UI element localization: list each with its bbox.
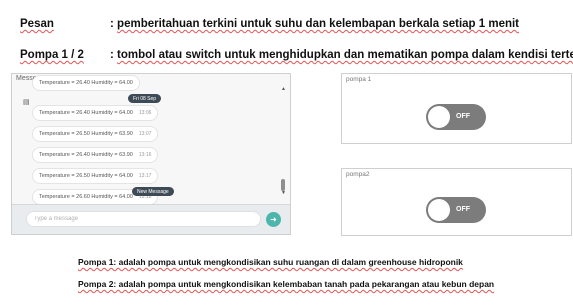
date-badge: Fri 08 Sep [128, 94, 162, 103]
message-text: Temperature = 26.60 Humidity = 64.00 [39, 194, 133, 200]
definition-description: : pemberitahuan terkini untuk suhu dan k… [110, 18, 519, 30]
message-bubble: Temperature = 26.50 Humidity = 63.90 13:… [32, 126, 159, 142]
message-time: 13:06 [138, 110, 152, 116]
note-pump2: Pompa 2: adalah pompa untuk mengkondisik… [78, 279, 495, 289]
send-arrow-icon: ➜ [270, 215, 277, 224]
toggle-state-label: OFF [456, 206, 470, 213]
message-time: 13:17 [138, 173, 152, 179]
definition-pompa: Pompa 1 / 2 : tombol atau switch untuk m… [20, 49, 573, 65]
toggle-state-label: OFF [456, 113, 470, 120]
toggle-knob [428, 106, 450, 128]
message-list[interactable]: Temperature = 26.40 Humidity = 64.00 ▤ F… [20, 75, 288, 205]
message-text: Temperature = 26.50 Humidity = 64.00 [39, 173, 133, 179]
definition-text: pemberitahuan terkini untuk suhu dan kel… [117, 18, 520, 30]
pump2-widget: pompa2 OFF [341, 168, 572, 236]
scroll-up-arrow-icon[interactable]: ▲ [281, 86, 286, 92]
definition-separator: : [110, 49, 114, 61]
pump2-title: pompa2 [346, 171, 370, 178]
send-button[interactable]: ➜ [266, 212, 281, 227]
definition-term: Pompa 1 / 2 [20, 49, 84, 61]
definition-pesan: Pesan : pemberitahuan terkini untuk suhu… [20, 18, 560, 34]
message-text: Temperature = 26.40 Humidity = 64.00 [39, 80, 133, 86]
toggle-knob [428, 199, 450, 221]
message-text: Temperature = 26.40 Humidity = 63.90 [39, 152, 133, 158]
pump1-widget: pompa 1 OFF [341, 73, 572, 144]
pump1-toggle[interactable]: OFF [426, 104, 486, 130]
message-text: Temperature = 26.40 Humidity = 64.00 [39, 110, 133, 116]
definition-term: Pesan [20, 18, 54, 30]
pump2-toggle[interactable]: OFF [426, 197, 486, 223]
message-input[interactable] [26, 211, 261, 227]
note-pump1: Pompa 1: adalah pompa untuk mengkondisik… [78, 257, 463, 267]
message-input-bar: ➜ [12, 204, 290, 234]
definition-text: tombol atau switch untuk menghidupkan da… [117, 49, 573, 61]
pump1-title: pompa 1 [346, 76, 372, 83]
message-time: 13:07 [138, 131, 152, 137]
message-text: Temperature = 26.50 Humidity = 63.90 [39, 131, 133, 137]
message-bubble-partial: Temperature = 26.40 Humidity = 64.00 [32, 75, 140, 91]
message-scrollbar[interactable]: ▲ ▼ [281, 86, 286, 196]
definition-separator: : [110, 18, 114, 30]
message-bubble: Temperature = 26.40 Humidity = 64.00 13:… [32, 105, 159, 121]
message-bubble: Temperature = 26.50 Humidity = 64.00 13:… [32, 168, 159, 184]
messenger-widget: Messenger Temperature = 26.40 Humidity =… [11, 73, 291, 235]
message-bubble: Temperature = 26.40 Humidity = 63.90 13:… [32, 147, 159, 163]
message-icon: ▤ [23, 99, 30, 106]
scroll-down-arrow-icon[interactable]: ▼ [281, 190, 286, 196]
new-message-badge[interactable]: New Message [132, 187, 174, 196]
definition-description: : tombol atau switch untuk menghidupkan … [110, 49, 573, 61]
message-time: 13:16 [138, 152, 152, 158]
